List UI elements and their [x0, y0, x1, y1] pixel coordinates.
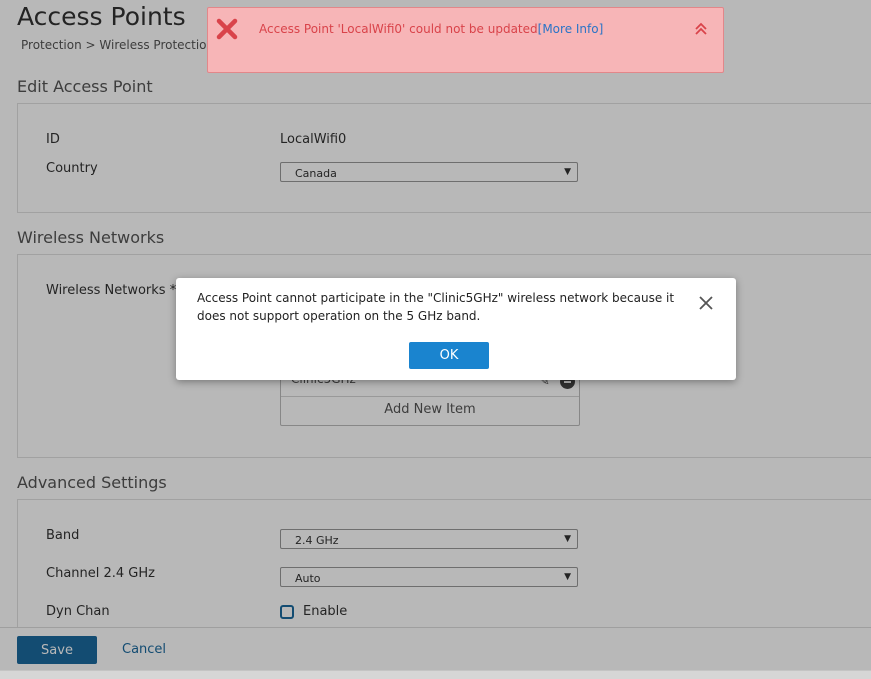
double-chevron-up-icon[interactable] — [694, 22, 708, 36]
alert-dialog: Access Point cannot participate in the "… — [176, 278, 736, 380]
error-toast: Access Point 'LocalWifi0' could not be u… — [207, 7, 724, 73]
ok-button[interactable]: OK — [409, 342, 489, 369]
close-icon[interactable] — [699, 296, 713, 310]
main-page: Access Points Protection > Wireless Prot… — [0, 0, 871, 670]
error-x-icon — [216, 18, 238, 40]
toast-message: Access Point 'LocalWifi0' could not be u… — [259, 22, 538, 36]
toast-message-row: Access Point 'LocalWifi0' could not be u… — [259, 22, 603, 36]
dialog-message: Access Point cannot participate in the "… — [197, 291, 675, 323]
more-info-link[interactable]: [More Info] — [538, 22, 604, 36]
